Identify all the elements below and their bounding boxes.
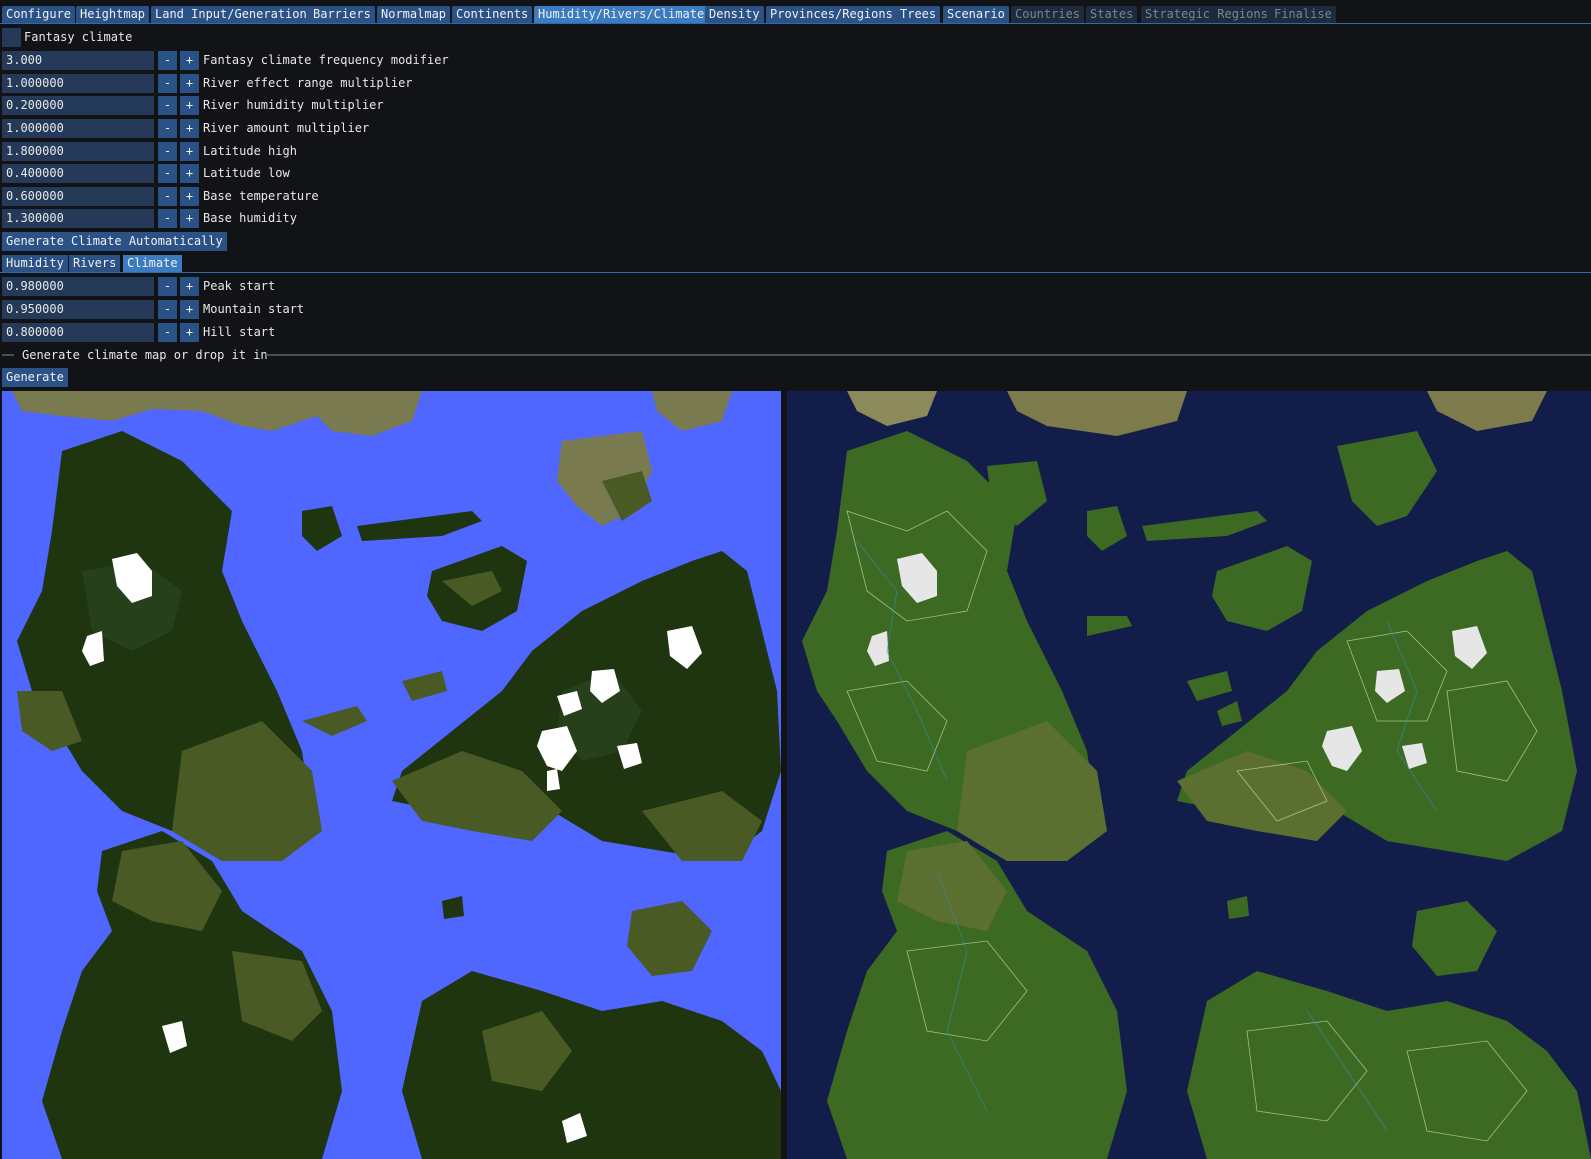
tab-heightmap[interactable]: Heightmap xyxy=(76,6,150,23)
tab-trees[interactable]: Trees xyxy=(896,6,941,23)
increment-button[interactable]: + xyxy=(180,142,199,161)
subtab-humidity[interactable]: Humidity xyxy=(2,255,68,272)
increment-button[interactable]: + xyxy=(180,74,199,93)
tab-continents[interactable]: Continents xyxy=(452,6,533,23)
decrement-button[interactable]: - xyxy=(158,187,177,206)
param-input[interactable]: 0.600000 xyxy=(2,187,154,206)
separator-text: Generate climate map or drop it in xyxy=(22,348,268,362)
param-input[interactable]: 3.000 xyxy=(2,51,154,70)
param-input[interactable]: 0.950000 xyxy=(2,300,154,319)
tab-finalise[interactable]: Finalise xyxy=(1270,6,1336,23)
param-row: 0.980000 - + Peak start xyxy=(2,277,602,296)
param-row: 1.000000 - + River effect range multipli… xyxy=(2,74,602,93)
increment-button[interactable]: + xyxy=(180,323,199,342)
param-label: Hill start xyxy=(203,325,276,339)
param-row: 1.800000 - + Latitude high xyxy=(2,142,602,161)
param-input[interactable]: 1.000000 xyxy=(2,74,154,93)
param-label: Base humidity xyxy=(203,211,297,225)
subtab-underline xyxy=(0,272,1591,273)
param-row: 1.300000 - + Base humidity xyxy=(2,209,602,228)
tab-scenario[interactable]: Scenario xyxy=(943,6,1009,23)
increment-button[interactable]: + xyxy=(180,96,199,115)
param-label: River effect range multiplier xyxy=(203,76,413,90)
separator-line-right xyxy=(266,354,1591,356)
terrain-map-svg xyxy=(787,391,1591,1159)
generate-climate-automatically-button[interactable]: Generate Climate Automatically xyxy=(2,232,227,251)
subtab-climate[interactable]: Climate xyxy=(123,255,182,272)
decrement-button[interactable]: - xyxy=(158,164,177,183)
climate-map-image xyxy=(2,391,781,1159)
param-row: 0.600000 - + Base temperature xyxy=(2,187,602,206)
param-row: 1.000000 - + River amount multiplier xyxy=(2,119,602,138)
param-label: Latitude high xyxy=(203,144,297,158)
param-row: 0.950000 - + Mountain start xyxy=(2,300,602,319)
increment-button[interactable]: + xyxy=(180,277,199,296)
tab-strategic-regions[interactable]: Strategic Regions xyxy=(1141,6,1272,23)
tab-normalmap[interactable]: Normalmap xyxy=(377,6,451,23)
param-input[interactable]: 0.200000 xyxy=(2,96,154,115)
tab-configure[interactable]: Configure xyxy=(2,6,76,23)
decrement-button[interactable]: - xyxy=(158,300,177,319)
tab-humidity-rivers-climate[interactable]: Humidity/Rivers/Climate xyxy=(534,6,709,23)
param-label: Base temperature xyxy=(203,189,319,203)
climate-map-svg xyxy=(2,391,781,1159)
param-input[interactable]: 0.800000 xyxy=(2,323,154,342)
decrement-button[interactable]: - xyxy=(158,142,177,161)
param-row: 0.800000 - + Hill start xyxy=(2,323,602,342)
param-label: River amount multiplier xyxy=(203,121,370,135)
tab-density[interactable]: Density xyxy=(705,6,764,23)
increment-button[interactable]: + xyxy=(180,209,199,228)
param-row: 3.000 - + Fantasy climate frequency modi… xyxy=(2,51,602,70)
tab-states[interactable]: States xyxy=(1086,6,1138,23)
param-input[interactable]: 0.980000 xyxy=(2,277,154,296)
tab-bar-underline xyxy=(0,23,1591,24)
decrement-button[interactable]: - xyxy=(158,323,177,342)
subtab-rivers[interactable]: Rivers xyxy=(69,255,121,272)
param-label: Latitude low xyxy=(203,166,290,180)
decrement-button[interactable]: - xyxy=(158,119,177,138)
increment-button[interactable]: + xyxy=(180,119,199,138)
param-row: 0.400000 - + Latitude low xyxy=(2,164,602,183)
fantasy-climate-label: Fantasy climate xyxy=(24,30,133,44)
param-label: Mountain start xyxy=(203,302,305,316)
main-tab-bar: Configure Heightmap Land Input/Generatio… xyxy=(0,4,1591,24)
param-label: Fantasy climate frequency modifier xyxy=(203,53,449,67)
tab-countries[interactable]: Countries xyxy=(1011,6,1085,23)
generate-button[interactable]: Generate xyxy=(2,368,68,387)
decrement-button[interactable]: - xyxy=(158,74,177,93)
fantasy-climate-row: Fantasy climate xyxy=(2,28,602,47)
fantasy-climate-checkbox[interactable] xyxy=(2,28,21,47)
decrement-button[interactable]: - xyxy=(158,96,177,115)
increment-button[interactable]: + xyxy=(180,164,199,183)
param-label: Peak start xyxy=(203,279,276,293)
increment-button[interactable]: + xyxy=(180,187,199,206)
param-input[interactable]: 0.400000 xyxy=(2,164,154,183)
decrement-button[interactable]: - xyxy=(158,277,177,296)
increment-button[interactable]: + xyxy=(180,51,199,70)
param-row: 0.200000 - + River humidity multiplier xyxy=(2,96,602,115)
terrain-map-image xyxy=(787,391,1591,1159)
separator-line-left xyxy=(2,354,14,356)
tab-provinces-regions[interactable]: Provinces/Regions xyxy=(766,6,897,23)
decrement-button[interactable]: - xyxy=(158,209,177,228)
param-input[interactable]: 1.000000 xyxy=(2,119,154,138)
param-label: River humidity multiplier xyxy=(203,98,384,112)
increment-button[interactable]: + xyxy=(180,300,199,319)
param-input[interactable]: 1.800000 xyxy=(2,142,154,161)
tab-land-input[interactable]: Land Input/Generation xyxy=(151,6,311,23)
decrement-button[interactable]: - xyxy=(158,51,177,70)
tab-barriers[interactable]: Barriers xyxy=(309,6,375,23)
param-input[interactable]: 1.300000 xyxy=(2,209,154,228)
